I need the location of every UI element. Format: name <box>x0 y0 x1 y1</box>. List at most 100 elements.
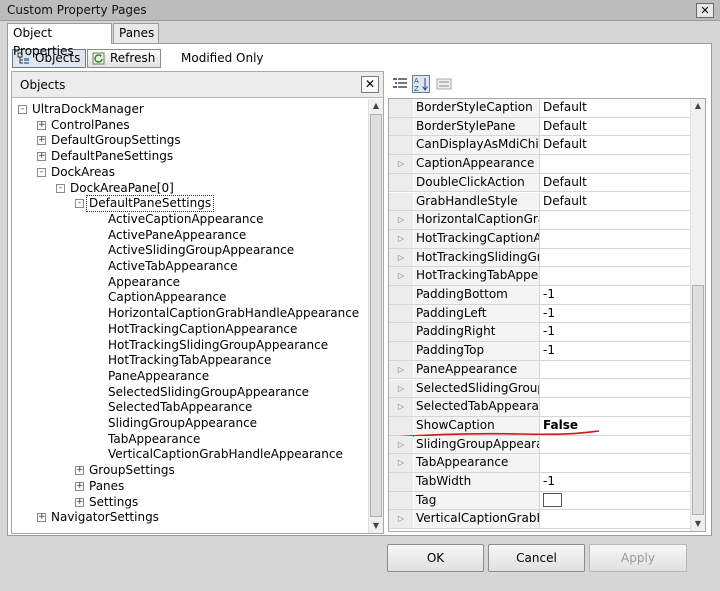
property-value[interactable]: -1 <box>541 305 689 323</box>
property-grid-scrollbar[interactable]: ▲ ▼ <box>690 99 705 531</box>
property-value[interactable]: Default <box>541 193 689 211</box>
expand-arrow-icon[interactable]: ▷ <box>389 435 413 454</box>
modified-only-toggle[interactable]: Modified Only <box>181 51 264 65</box>
property-row[interactable]: ShowCaption False <box>389 416 691 439</box>
expand-arrow-icon[interactable]: ▷ <box>389 379 413 398</box>
property-name: PaddingRight <box>414 323 540 342</box>
property-row[interactable]: ▷HotTrackingSlidingGrou <box>389 248 691 268</box>
objects-panel-close-button[interactable]: ✕ <box>361 76 379 93</box>
tree-node-label: DefaultGroupSettings <box>51 133 181 148</box>
tree-node-label: VerticalCaptionGrabHandleAppearance <box>108 447 343 462</box>
property-row[interactable]: ▷SelectedTabAppearance <box>389 398 691 417</box>
grid-scroll-up-arrow[interactable]: ▲ <box>691 99 705 113</box>
window-close-button[interactable]: ✕ <box>696 3 714 18</box>
property-value[interactable] <box>541 454 689 472</box>
property-row[interactable]: ▷HotTrackingTabAppeara <box>389 267 691 286</box>
grid-scroll-down-arrow[interactable]: ▼ <box>691 517 705 531</box>
property-value[interactable] <box>541 492 689 510</box>
expand-arrow-icon[interactable]: ▷ <box>389 454 413 472</box>
property-value[interactable] <box>541 249 689 267</box>
property-value[interactable] <box>541 230 689 248</box>
property-value[interactable]: Default <box>541 99 689 117</box>
property-value[interactable]: Default <box>541 136 689 154</box>
expand-arrow-icon[interactable]: ▷ <box>389 229 413 248</box>
property-row[interactable]: Tag <box>389 491 691 511</box>
property-value[interactable]: -1 <box>541 323 689 341</box>
collapse-icon[interactable]: - <box>18 105 27 114</box>
collapse-icon[interactable]: - <box>37 167 46 177</box>
alphabetical-sort-button[interactable]: AZ <box>412 75 430 93</box>
objects-tree-scrollbar[interactable]: ▲ ▼ <box>368 99 383 533</box>
ok-button[interactable]: OK <box>387 544 484 572</box>
property-value[interactable]: Default <box>541 174 689 192</box>
property-row[interactable]: TabWidth -1 <box>389 473 691 492</box>
expand-arrow-icon[interactable]: ▷ <box>389 360 413 379</box>
grid-scroll-thumb[interactable] <box>692 285 704 515</box>
scroll-down-arrow[interactable]: ▼ <box>369 519 383 533</box>
cancel-button[interactable]: Cancel <box>488 544 585 572</box>
property-row[interactable]: BorderStylePane Default <box>389 117 691 137</box>
expand-arrow-icon[interactable]: ▷ <box>389 155 413 173</box>
row-margin <box>389 99 413 117</box>
row-margin <box>389 491 413 510</box>
property-value[interactable] <box>541 436 689 454</box>
property-value[interactable]: Default <box>541 118 689 136</box>
property-value[interactable]: -1 <box>541 473 689 491</box>
scroll-up-arrow[interactable]: ▲ <box>369 99 383 113</box>
color-swatch[interactable] <box>543 492 562 507</box>
expand-icon[interactable]: + <box>37 152 46 162</box>
expand-icon[interactable]: + <box>75 497 84 507</box>
property-row[interactable]: ▷ CaptionAppearance <box>389 155 691 174</box>
property-row[interactable]: ▷SelectedSlidingGroupAp <box>389 379 691 399</box>
scroll-thumb[interactable] <box>370 114 382 517</box>
property-value[interactable] <box>541 361 689 379</box>
property-value[interactable] <box>541 510 689 528</box>
row-margin <box>389 286 413 304</box>
property-value[interactable]: -1 <box>541 342 689 360</box>
property-row[interactable]: ▷VerticalCaptionGrabHar <box>389 510 691 530</box>
property-value[interactable] <box>541 155 689 173</box>
expand-arrow-icon[interactable]: ▷ <box>389 248 413 267</box>
property-row[interactable]: PaddingBottom -1 <box>389 286 691 305</box>
expand-arrow-icon[interactable]: ▷ <box>389 398 413 416</box>
property-value[interactable] <box>541 398 689 416</box>
property-row[interactable]: ▷ HorizontalCaptionGrab <box>389 211 691 230</box>
expand-arrow-icon[interactable]: ▷ <box>389 211 413 229</box>
categorized-view-button[interactable] <box>391 75 409 93</box>
refresh-button[interactable]: Refresh <box>87 49 162 68</box>
property-row[interactable]: DoubleClickAction Default <box>389 173 691 193</box>
tab-panes[interactable]: Panes <box>113 23 159 43</box>
svg-text:Z: Z <box>414 85 419 92</box>
property-row[interactable]: CanDisplayAsMdiChild Default <box>389 136 691 156</box>
row-margin <box>389 342 413 360</box>
collapse-icon[interactable]: - <box>75 199 84 209</box>
property-row[interactable]: GrabHandleStyle Default <box>389 192 691 212</box>
property-row[interactable]: PaddingTop -1 <box>389 342 691 361</box>
expand-icon[interactable]: + <box>75 481 84 491</box>
window-title: Custom Property Pages <box>7 3 147 17</box>
tab-object-properties[interactable]: Object Properties <box>7 23 112 58</box>
property-value[interactable] <box>541 267 689 285</box>
property-value[interactable]: -1 <box>541 286 689 304</box>
tree-node-label: ControlPanes <box>51 117 130 132</box>
property-row[interactable]: PaddingRight -1 <box>389 323 691 343</box>
expand-icon[interactable]: + <box>37 136 46 146</box>
expand-arrow-icon[interactable]: ▷ <box>389 510 413 529</box>
property-row[interactable]: ▷HotTrackingCaptionApp <box>389 229 691 249</box>
property-row[interactable]: ▷ PaneAppearance <box>389 360 691 380</box>
expand-icon[interactable]: + <box>37 120 46 130</box>
property-value[interactable] <box>541 211 689 229</box>
tree-node-label: DefaultPaneSettings <box>51 149 174 164</box>
property-row[interactable]: ▷SlidingGroupAppearanc <box>389 435 691 455</box>
property-pages-button[interactable] <box>435 75 453 93</box>
property-row[interactable]: PaddingLeft -1 <box>389 304 691 324</box>
apply-button[interactable]: Apply <box>589 544 687 572</box>
expand-icon[interactable]: + <box>37 513 46 523</box>
property-value[interactable] <box>541 380 689 398</box>
property-row[interactable]: ▷ TabAppearance <box>389 454 691 473</box>
expand-icon[interactable]: + <box>75 466 84 476</box>
property-row[interactable]: BorderStyleCaption Default <box>389 99 691 118</box>
expand-arrow-icon[interactable]: ▷ <box>389 267 413 285</box>
collapse-icon[interactable]: - <box>56 183 65 193</box>
tree-node-label: HotTrackingSlidingGroupAppearance <box>108 337 329 352</box>
